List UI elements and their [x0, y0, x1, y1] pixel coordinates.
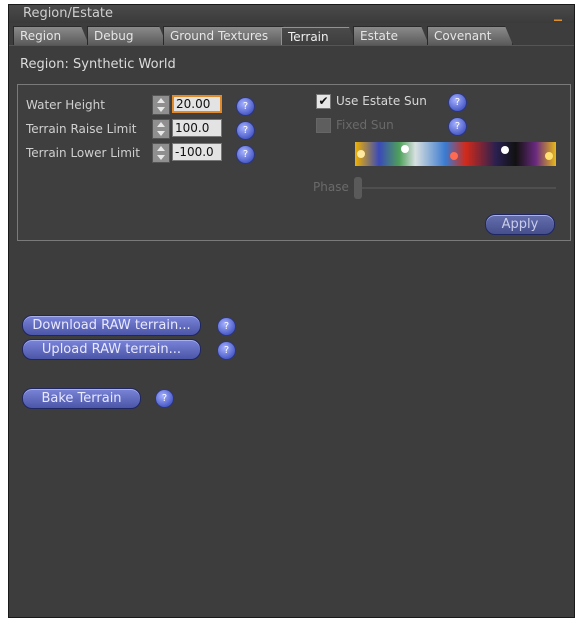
terrain-raise-limit-field[interactable]: 100.0 — [172, 119, 222, 137]
terrain-settings-panel: Water Height 20.00 ? Terrain Raise Limit… — [17, 84, 571, 241]
upload-raw-help-icon[interactable]: ? — [217, 341, 236, 360]
use-estate-sun-help-icon[interactable]: ? — [448, 93, 467, 112]
phase-slider-thumb[interactable] — [354, 177, 362, 199]
moon-marker-icon — [501, 146, 509, 154]
tab-estate[interactable]: Estate — [353, 26, 429, 45]
terrain-raise-limit-label: Terrain Raise Limit — [26, 122, 137, 136]
tab-region[interactable]: Region — [13, 26, 89, 45]
region-name-line: Region: Synthetic World — [20, 57, 176, 72]
minimize-button[interactable]: _ — [554, 2, 562, 21]
terrain-raise-limit-spinner[interactable] — [152, 119, 170, 139]
apply-button[interactable]: Apply — [485, 214, 555, 235]
water-height-spinner[interactable] — [152, 95, 170, 115]
tab-divider — [9, 45, 574, 46]
bake-terrain-button[interactable]: Bake Terrain — [22, 388, 141, 409]
water-height-help-icon[interactable]: ? — [236, 97, 255, 116]
sun-marker-icon — [357, 150, 365, 158]
fixed-sun-label: Fixed Sun — [336, 118, 394, 132]
sun-marker-icon — [401, 145, 409, 153]
terrain-lower-limit-help-icon[interactable]: ? — [236, 145, 255, 164]
sun-phase-gradient — [355, 142, 556, 166]
download-raw-terrain-button[interactable]: Download RAW terrain... — [22, 315, 201, 336]
phase-label: Phase — [313, 180, 349, 194]
region-estate-window: Region/Estate _ Region Debug Ground Text… — [8, 2, 575, 618]
download-raw-help-icon[interactable]: ? — [217, 317, 236, 336]
tab-bar: Region Debug Ground Textures Terrain Est… — [13, 26, 573, 46]
sun-marker-icon — [450, 152, 458, 160]
window-title: Region/Estate — [23, 6, 114, 21]
terrain-lower-limit-label: Terrain Lower Limit — [26, 146, 140, 160]
sun-marker-icon — [545, 152, 553, 160]
phase-slider-track[interactable] — [358, 187, 556, 189]
tab-debug[interactable]: Debug — [87, 26, 167, 45]
tab-terrain[interactable]: Terrain — [281, 27, 357, 46]
water-height-field[interactable]: 20.00 — [172, 95, 222, 113]
terrain-lower-limit-field[interactable]: -100.0 — [172, 143, 222, 161]
water-height-label: Water Height — [26, 98, 105, 112]
tab-ground-textures[interactable]: Ground Textures — [163, 26, 291, 45]
terrain-raise-limit-help-icon[interactable]: ? — [236, 121, 255, 140]
region-label: Region: — [20, 57, 69, 72]
use-estate-sun-label: Use Estate Sun — [336, 94, 427, 108]
fixed-sun-checkbox[interactable] — [316, 118, 331, 133]
title-bar[interactable]: Region/Estate _ — [9, 2, 574, 23]
use-estate-sun-checkbox[interactable]: ✔ — [316, 94, 331, 109]
bake-terrain-help-icon[interactable]: ? — [155, 389, 174, 408]
tab-covenant[interactable]: Covenant — [427, 26, 513, 45]
fixed-sun-help-icon[interactable]: ? — [448, 117, 467, 136]
region-name: Synthetic World — [73, 57, 176, 72]
terrain-lower-limit-spinner[interactable] — [152, 143, 170, 163]
upload-raw-terrain-button[interactable]: Upload RAW terrain... — [22, 339, 201, 360]
